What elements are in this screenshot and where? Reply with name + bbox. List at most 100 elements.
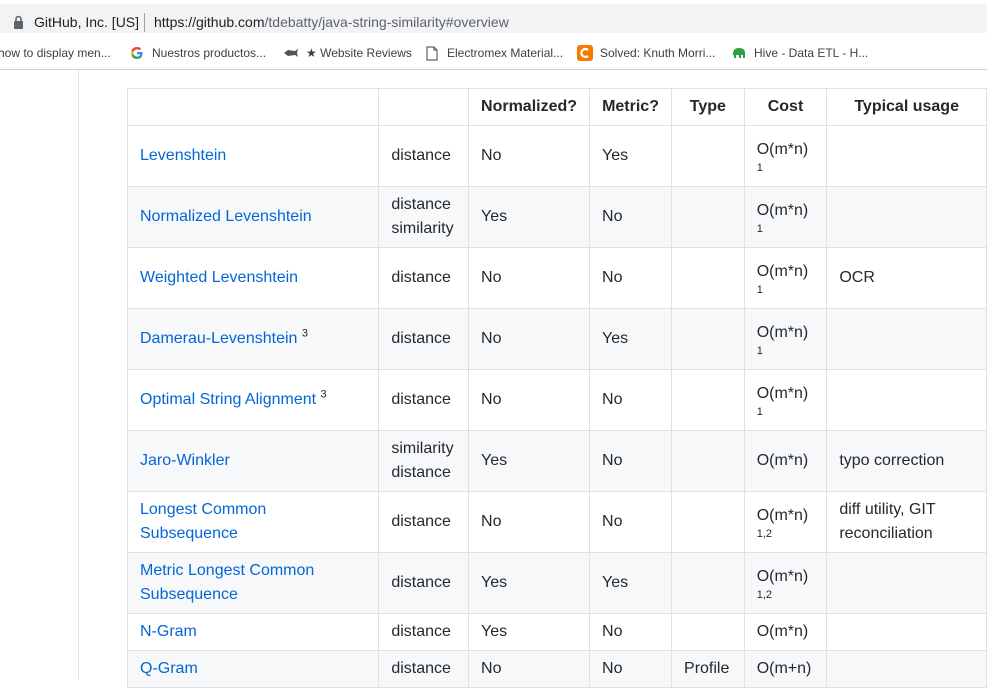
table-row: Metric Longest Common Subsequence distan… — [126, 552, 987, 614]
usage-cell: OCR — [826, 247, 987, 309]
usage-cell — [826, 125, 987, 187]
cost-cell: O(m*n) 1 — [743, 308, 828, 370]
normalized-cell: No — [468, 308, 591, 370]
bookmark-label: Nuestros productos... — [152, 46, 267, 60]
usage-cell — [826, 650, 987, 688]
normalized-cell: No — [468, 247, 591, 309]
algorithm-cell: Normalized Levenshtein — [126, 186, 380, 248]
cost-value: O(m+n) — [756, 660, 812, 677]
site-identity[interactable]: GitHub, Inc. [US] — [34, 14, 139, 30]
omnibox[interactable]: GitHub, Inc. [US] https://github.com/tde… — [0, 4, 987, 33]
normalized-cell: Yes — [468, 186, 591, 248]
bookmark-electromex-material[interactable]: Electromex Material... — [424, 44, 563, 62]
algorithm-link[interactable]: Levenshtein — [140, 147, 226, 164]
table-row: Normalized Levenshtein distance similari… — [126, 186, 987, 248]
table-row: Longest Common Subsequence distance No N… — [126, 491, 987, 553]
algorithm-cell: Q-Gram — [126, 650, 380, 688]
table-row: Levenshtein distance No Yes O(m*n) 1 — [126, 125, 987, 187]
header-name — [126, 88, 380, 126]
algorithm-link[interactable]: Longest Common Subsequence — [140, 501, 266, 542]
type-cell — [671, 552, 745, 614]
usage-cell — [826, 369, 987, 431]
chrome-divider — [0, 69, 987, 70]
cost-cell: O(m*n) — [743, 430, 828, 492]
type-cell — [671, 491, 745, 553]
header-normalized: Normalized? — [468, 88, 591, 126]
cost-footnote: 1 — [756, 283, 763, 296]
algorithm-link[interactable]: Jaro-Winkler — [140, 452, 230, 469]
bookmark-hive-data-etl[interactable]: Hive - Data ETL - H... — [731, 44, 868, 62]
algorithm-cell: Damerau-Levenshtein 3 — [126, 308, 380, 370]
bookmark-solved-knuth-morris[interactable]: Solved: Knuth Morri... — [577, 44, 715, 62]
metric-cell: No — [589, 186, 673, 248]
usage-cell: diff utility, GIT reconciliation — [826, 491, 987, 553]
usage-cell — [826, 613, 987, 651]
algorithm-cell: Jaro-Winkler — [126, 430, 380, 492]
usage-cell — [826, 186, 987, 248]
cost-value: O(m*n) — [756, 623, 809, 640]
algorithm-link[interactable]: Damerau-Levenshtein — [140, 330, 297, 347]
cost-value: O(m*n) — [756, 506, 809, 524]
table-header-row: Normalized? Metric? Type Cost Typical us… — [126, 88, 987, 126]
lock-icon[interactable] — [13, 15, 24, 30]
cost-cell: O(m*n) 1,2 — [743, 552, 828, 614]
type-cell: Profile — [671, 650, 745, 688]
bookmark-website-reviews[interactable]: ★ Website Reviews — [283, 44, 412, 62]
algorithm-cell: Weighted Levenshtein — [126, 247, 380, 309]
algorithm-link[interactable]: N-Gram — [140, 623, 197, 640]
algorithm-cell: Metric Longest Common Subsequence — [126, 552, 380, 614]
fish-icon — [283, 45, 299, 61]
address-bar: GitHub, Inc. [US] https://github.com/tde… — [0, 0, 987, 38]
kind-cell: distance — [378, 247, 470, 309]
bookmarks-bar: how to display men... Nuestros productos… — [0, 38, 987, 68]
metric-cell: Yes — [589, 125, 673, 187]
cost-footnote: 1 — [756, 344, 763, 357]
cost-footnote: 1 — [756, 222, 763, 235]
cost-value: O(m*n) — [756, 323, 809, 341]
footnote-ref[interactable]: 3 — [302, 328, 308, 340]
table-row: N-Gram distance Yes No O(m*n) — [126, 613, 987, 651]
bookmark-label: ★ Website Reviews — [306, 46, 412, 60]
algorithm-cell: Optimal String Alignment 3 — [126, 369, 380, 431]
normalized-cell: No — [468, 369, 591, 431]
header-typical-usage: Typical usage — [826, 88, 987, 126]
bookmark-nuestros-productos[interactable]: Nuestros productos... — [129, 44, 266, 62]
type-cell — [671, 430, 745, 492]
header-kind — [378, 88, 470, 126]
cost-cell: O(m*n) 1 — [743, 186, 828, 248]
normalized-cell: No — [468, 491, 591, 553]
url-host: https://github.com — [154, 14, 265, 30]
cost-cell: O(m*n) — [743, 613, 828, 651]
cost-value: O(m*n) — [756, 384, 809, 402]
cost-value: O(m*n) — [756, 452, 809, 469]
header-cost: Cost — [743, 88, 828, 126]
algorithm-link[interactable]: Metric Longest Common Subsequence — [140, 562, 314, 603]
type-cell — [671, 369, 745, 431]
algorithm-link[interactable]: Q-Gram — [140, 660, 198, 677]
omnibox-separator — [144, 13, 145, 32]
cost-footnote: 1,2 — [756, 527, 772, 540]
cost-footnote: 1,2 — [756, 588, 772, 601]
metric-cell: No — [589, 491, 673, 553]
kind-cell: similarity distance — [378, 430, 470, 492]
algorithm-cell: Longest Common Subsequence — [126, 491, 380, 553]
footnote-ref[interactable]: 3 — [321, 389, 327, 401]
url-text[interactable]: https://github.com/tdebatty/java-string-… — [154, 14, 509, 30]
usage-cell — [826, 552, 987, 614]
type-cell — [671, 186, 745, 248]
table-row: Q-Gram distance No No Profile O(m+n) — [126, 650, 987, 688]
kind-cell: distance — [378, 491, 470, 553]
algorithm-link[interactable]: Weighted Levenshtein — [140, 269, 298, 286]
url-path: /tdebatty/java-string-similarity#overvie… — [264, 14, 509, 30]
algorithm-link[interactable]: Optimal String Alignment — [140, 391, 316, 408]
type-cell — [671, 247, 745, 309]
metric-cell: No — [589, 369, 673, 431]
header-type: Type — [671, 88, 745, 126]
page-left-border — [78, 70, 79, 680]
document-icon — [424, 45, 440, 61]
bookmark-how-to-display-menu[interactable]: how to display men... — [0, 44, 111, 62]
bookmark-label: Hive - Data ETL - H... — [754, 46, 869, 60]
bookmark-label: how to display men... — [0, 46, 111, 60]
algorithm-link[interactable]: Normalized Levenshtein — [140, 208, 312, 225]
normalized-cell: No — [468, 650, 591, 688]
